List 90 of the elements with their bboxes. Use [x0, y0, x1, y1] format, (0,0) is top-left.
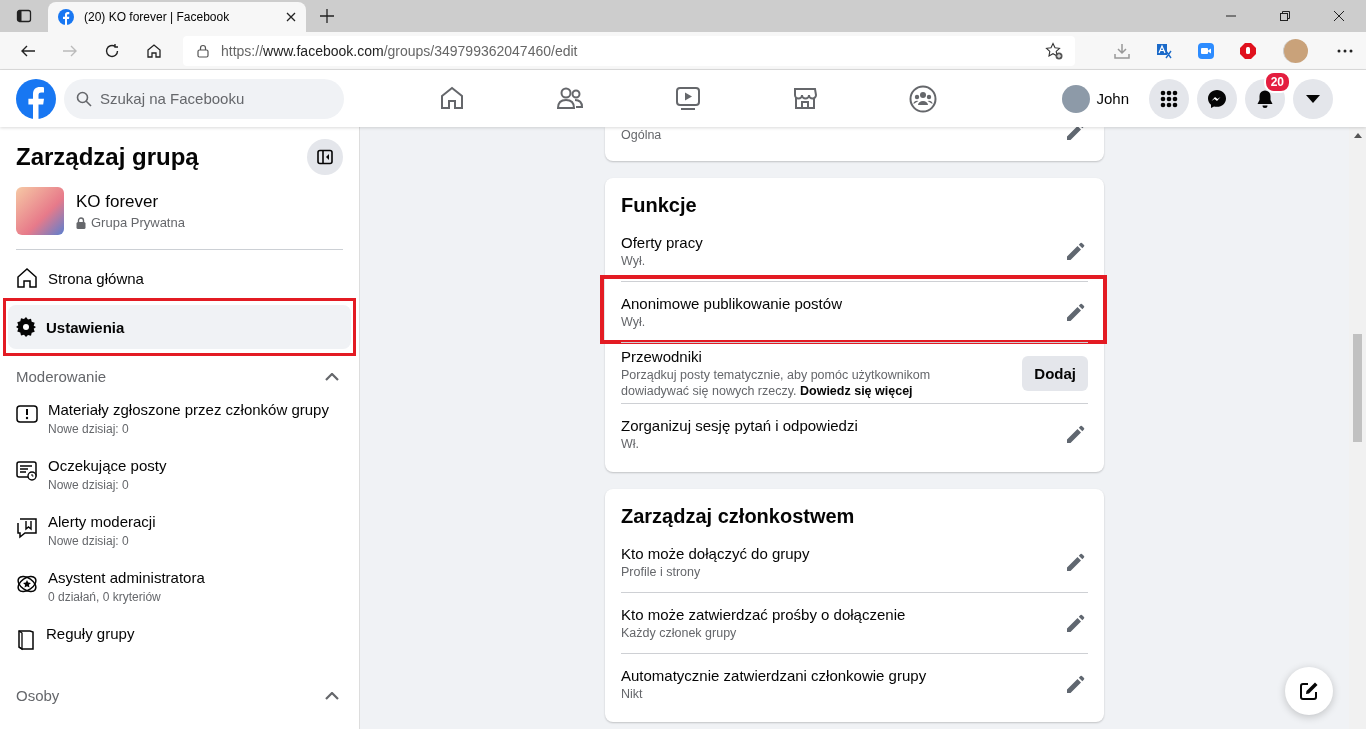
sidebar-title: Zarządzaj grupą [16, 143, 199, 171]
item-label: Oczekujące posty [48, 457, 167, 474]
speech-bookmark-icon [16, 517, 38, 539]
groups-icon[interactable] [909, 84, 937, 113]
section-header[interactable]: Osoby [8, 673, 351, 712]
grid-icon [1160, 89, 1178, 108]
item-status: Nowe dzisiaj: 0 [48, 422, 130, 436]
item-status: Nowe dzisiaj: 0 [48, 478, 130, 492]
more-icon[interactable] [1337, 48, 1353, 53]
video-icon[interactable] [675, 84, 702, 111]
compose-icon [1299, 681, 1319, 701]
setting-value: Wył. [621, 313, 647, 330]
sidebar-item[interactable]: Asystent administratora 0 działań, 0 kryteriów [8, 561, 351, 617]
notification-count: 20 [1263, 70, 1291, 93]
setting-value: Profile i strony [621, 563, 702, 580]
setting-value: Ogólna [621, 127, 663, 143]
facebook-logo-icon [58, 9, 74, 25]
lock-icon [76, 216, 86, 229]
scroll-up-icon[interactable] [1353, 133, 1362, 138]
sidebar-item[interactable]: Alerty moderacji Nowe dzisiaj: 0 [8, 505, 351, 561]
sidebar-item[interactable]: Oczekujące posty Nowe dzisiaj: 0 [8, 449, 351, 505]
facebook-logo-icon[interactable] [16, 78, 56, 119]
home-icon[interactable] [146, 42, 162, 59]
collapse-sidebar-button[interactable] [307, 139, 343, 175]
book-icon [16, 629, 36, 651]
learn-more-link[interactable]: Dowiedz się więcej [800, 383, 913, 398]
setting-title: Oferty pracy [621, 233, 704, 251]
sidebar-toggle-icon [317, 149, 333, 165]
home-icon[interactable] [439, 84, 466, 111]
bell-icon [1255, 88, 1275, 109]
item-label: Reguły grupy [46, 625, 135, 642]
scrollbar-thumb[interactable] [1353, 334, 1362, 442]
url-text: https://www.facebook.com/groups/349799362047460/edit [221, 42, 578, 59]
section-header[interactable]: Moderowanie [8, 354, 351, 393]
translate-icon[interactable] [1156, 42, 1172, 59]
sidebar-item[interactable]: Strona główna [8, 256, 351, 300]
group-cover-image [16, 187, 64, 235]
group-name[interactable]: KO forever [76, 192, 185, 212]
gear-icon [16, 317, 36, 337]
new-message-button[interactable] [1285, 667, 1333, 715]
video-camera-icon[interactable] [1198, 42, 1214, 59]
sidebar-item[interactable]: Materiały zgłoszone przez członków grupy Nowe dzisiaj: 0 [8, 393, 351, 449]
group-privacy: Grupa Prywatna [91, 215, 185, 230]
setting-title: Przewodniki [621, 347, 703, 365]
item-label: Alerty moderacji [48, 513, 156, 530]
profile-avatar [1062, 84, 1091, 113]
menu-button[interactable] [1149, 78, 1189, 119]
item-status: 0 działań, 0 kryteriów [48, 590, 162, 604]
address-bar[interactable]: https://www.facebook.com/groups/349799362047460/edit [183, 35, 1075, 66]
card-title: Funkcje [621, 194, 698, 217]
caret-icon [1306, 94, 1320, 103]
lock-icon [197, 43, 209, 58]
setting-value: Wł. [621, 435, 641, 452]
document-clock-icon [16, 461, 38, 481]
chevron-icon [325, 372, 339, 381]
add-favorite-icon[interactable] [1045, 41, 1063, 60]
item-label: Asystent administratora [48, 569, 205, 586]
star-orbit-icon [16, 573, 38, 595]
profile-button[interactable]: John [1062, 84, 1129, 113]
item-label: Materiały zgłoszone przez członków grupy [48, 401, 329, 418]
setting-value: Każdy członek grupy [621, 624, 738, 641]
restore-icon[interactable] [1280, 11, 1290, 21]
messenger-button[interactable] [1197, 78, 1237, 119]
setting-value: Nikt [621, 685, 644, 702]
setting-value: Wył. [621, 252, 647, 269]
tab-actions-icon[interactable] [16, 8, 32, 24]
setting-title: Kto może dołączyć do grupy [621, 544, 811, 562]
add-button[interactable]: Dodaj [1022, 355, 1088, 391]
setting-description: Porządkuj posty tematycznie, aby pomóc użytkownikom dowiadywać się nowych rzeczy. Dowiedz się więcej [621, 366, 932, 399]
chevron-icon [325, 691, 339, 700]
setting-title: Kto może zatwierdzać prośby o dołączenie [621, 605, 907, 623]
setting-title: Automatycznie zatwierdzani członkowie grupy [621, 666, 928, 684]
new-tab-icon[interactable] [320, 9, 334, 23]
card-title: Zarządzaj członkostwem [621, 505, 856, 528]
search-field[interactable]: Szukaj na Facebooku [64, 78, 344, 119]
home-icon [16, 267, 38, 289]
item-status: Nowe dzisiaj: 0 [48, 534, 130, 548]
reload-icon[interactable] [104, 42, 120, 59]
alert-icon [16, 405, 38, 423]
sidebar-item[interactable]: Reguły grupy [8, 617, 351, 673]
browser-tab[interactable]: (20) KO forever | Facebook [48, 2, 306, 32]
account-button[interactable] [1293, 78, 1333, 119]
setting-title: Anonimowe publikowanie postów [621, 294, 843, 312]
messenger-icon [1207, 88, 1227, 109]
close-tab-icon[interactable] [286, 12, 296, 22]
download-icon[interactable] [1114, 42, 1130, 59]
sidebar-item[interactable]: Ustawienia [8, 305, 351, 349]
scrollbar[interactable] [1349, 127, 1366, 729]
setting-title: Zorganizuj sesję pytań i odpowiedzi [621, 416, 859, 434]
close-window-icon[interactable] [1334, 11, 1344, 21]
